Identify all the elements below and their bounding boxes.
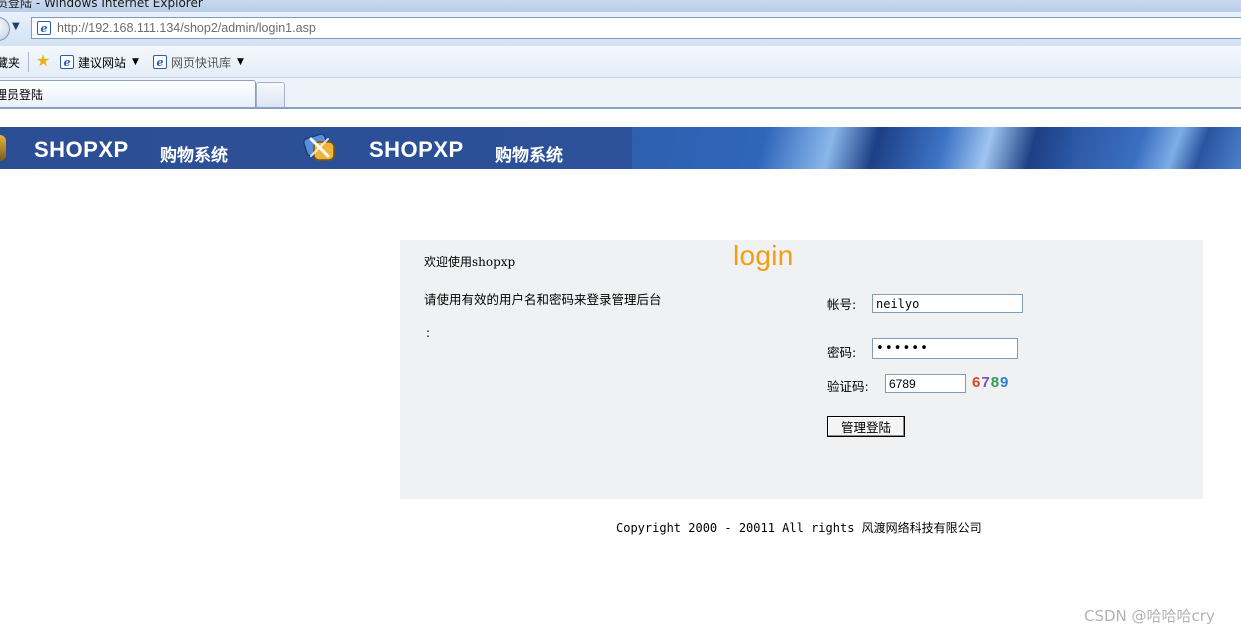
welcome-text: 欢迎使用shopxp [424,255,516,269]
tab-admin-login[interactable]: 理员登陆 [0,80,256,107]
navigation-bar: ▼ e http://192.168.111.134/shop2/admin/l… [0,12,1241,46]
tab-bar: 理员登陆 [0,78,1241,109]
address-bar[interactable]: e http://192.168.111.134/shop2/admin/log… [31,17,1241,39]
add-favorite-star-icon[interactable]: ★ [36,52,50,70]
copyright-footer: Copyright 2000 - 20011 All rights 风渡网络科技… [616,519,982,536]
message-text: : [426,326,431,340]
banner-decoration [632,127,1072,169]
admin-login-button[interactable]: 管理登陆 [827,416,905,437]
captcha-digit: 7 [981,374,991,391]
company-name: 风渡网络科技有限公司 [861,521,982,535]
brand-name: SHOPXP [34,137,129,162]
captcha-input[interactable] [885,374,966,393]
tab-label: 理员登陆 [0,88,44,102]
address-url[interactable]: http://192.168.111.134/shop2/admin/login… [57,21,316,35]
site-header-banner: SHOPXP 购物系统 SHOPXP 购物系统 [0,127,1241,169]
banner-decoration [1072,127,1241,169]
captcha-image[interactable]: 6789 [972,374,1009,391]
brand-subtitle: 购物系统 [495,146,563,166]
login-panel: 欢迎使用shopxp 请使用有效的用户名和密码来登录管理后台 : login 帐… [400,240,1203,499]
login-logo: login [733,240,794,271]
account-label: 帐号: [827,297,857,312]
new-tab-button[interactable] [256,82,285,107]
copyright-text: Copyright 2000 - 20011 All rights [616,521,855,535]
favorite-item-suggested-sites[interactable]: e 建议网站 ▼ [60,52,139,72]
window-titlebar: 员登陆 - Windows Internet Explorer [0,0,1241,12]
favorites-label[interactable]: 藏夹 [0,54,20,71]
watermark-text: CSDN @哈哈哈cry [1084,607,1215,625]
brand-name: SHOPXP [369,137,464,162]
history-dropdown-icon[interactable]: ▼ [12,21,20,32]
account-input[interactable] [872,294,1023,313]
favorite-item-label: 建议网站 [78,55,127,70]
window-title: 员登陆 - Windows Internet Explorer [0,0,203,10]
ie-page-icon: e [37,21,51,35]
ie-page-icon: e [60,55,74,69]
ie-page-icon: e [153,55,167,69]
shopxp-logo-icon [0,135,6,161]
favorite-item-web-slice-gallery[interactable]: e 网页快讯库 ▼ [153,52,244,72]
favorites-bar: 藏夹 ★ e 建议网站 ▼ e 网页快讯库 ▼ [0,46,1241,78]
password-input[interactable] [872,338,1018,359]
captcha-label: 验证码: [827,379,869,394]
chevron-down-icon: ▼ [237,57,244,67]
captcha-digit: 8 [990,374,1001,391]
captcha-digit: 9 [1000,374,1010,391]
back-button[interactable] [0,17,10,41]
chevron-down-icon: ▼ [132,57,139,67]
brand-subtitle: 购物系统 [160,146,228,166]
password-label: 密码: [827,345,857,360]
instruction-text: 请使用有效的用户名和密码来登录管理后台 [424,292,662,307]
toolbar-divider [28,52,29,72]
captcha-digit: 6 [972,374,982,391]
favorite-item-label: 网页快讯库 [171,55,232,70]
shopxp-logo-icon [303,133,335,161]
